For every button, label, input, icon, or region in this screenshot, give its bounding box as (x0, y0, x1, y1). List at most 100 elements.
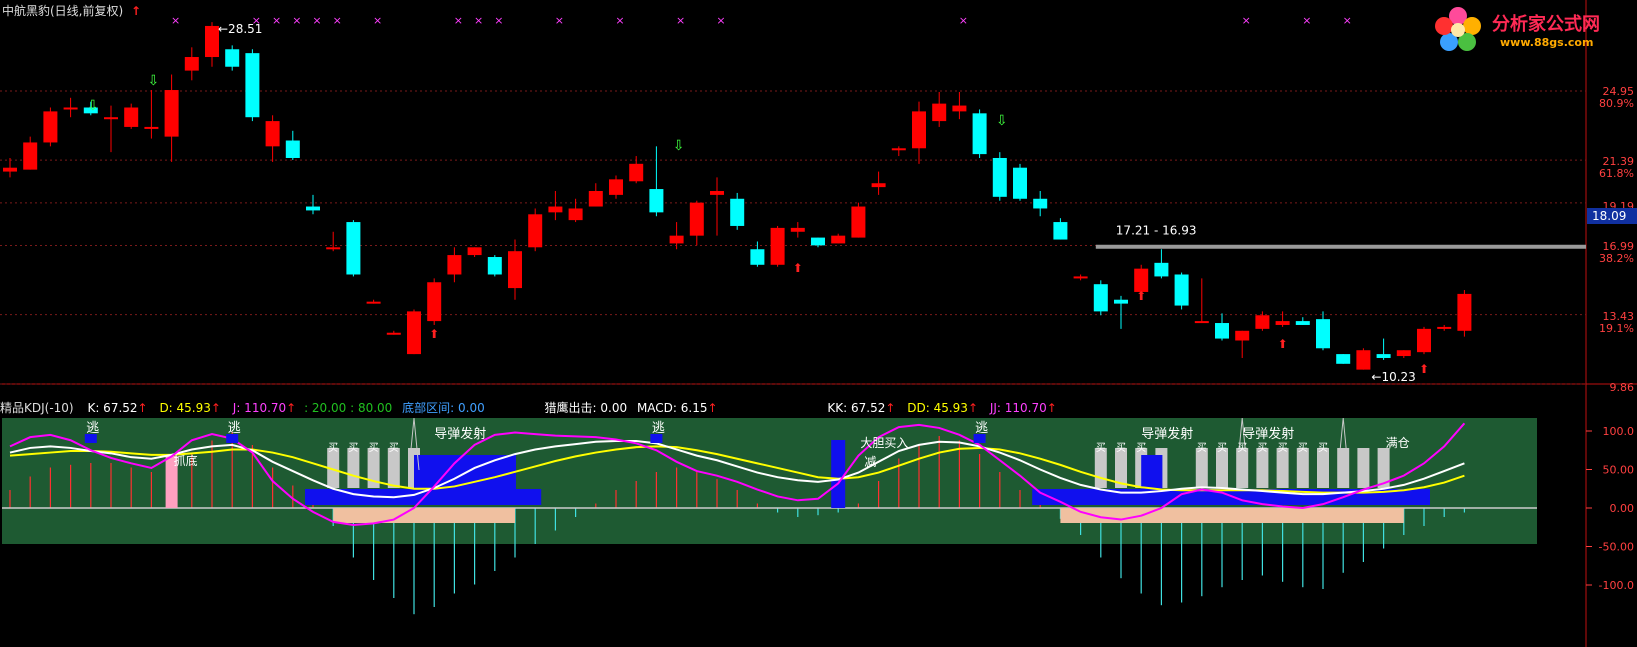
candle-up (548, 206, 563, 213)
candle-up (1073, 276, 1088, 279)
buy-marker: 买 (1318, 442, 1328, 454)
candle-up (23, 142, 38, 170)
kk-arrow: ↑ (885, 401, 896, 415)
blue-signal-bar (831, 440, 846, 508)
candle-up (3, 167, 17, 172)
buy-marker: 买 (1298, 442, 1308, 454)
candle-up (1457, 293, 1472, 331)
grid-layer (0, 90, 1586, 385)
grey-signal-bar (1337, 448, 1350, 488)
d-value: D: 45.93 (159, 401, 211, 415)
eagle-value: 猎鹰出击: 0.00 (544, 401, 628, 415)
indicator-axis-label: -100.0 (1599, 579, 1634, 592)
signal-x-marker: × (676, 14, 685, 27)
dd-arrow: ↑ (967, 401, 978, 415)
site-logo[interactable]: 分析家公式网 www.88gs.com (1432, 4, 1632, 54)
price-axis-label: 80.9% (1599, 97, 1634, 110)
candle-down (1114, 299, 1128, 304)
candle-up (124, 107, 139, 127)
candle-up (184, 57, 199, 71)
grey-signal-bar (1256, 448, 1269, 488)
candle-down (1215, 323, 1229, 339)
indicator-axis-label: 50.00 (1603, 464, 1635, 477)
grey-signal-bar (1094, 448, 1107, 488)
signal-x-marker: × (312, 14, 321, 27)
buy-marker: 买 (328, 442, 338, 454)
grey-signal-bar (1276, 448, 1289, 488)
candle-down (730, 198, 745, 226)
blue-missile-block (1141, 455, 1163, 491)
candle-down (1174, 274, 1189, 306)
candle-up (1194, 321, 1209, 324)
grey-signal-bar (1357, 448, 1370, 488)
candle-down (306, 206, 320, 211)
signal-x-marker: × (615, 14, 624, 27)
candle-down (972, 113, 987, 155)
d-arrow: ↑ (210, 401, 221, 415)
k-arrow: ↑ (137, 401, 148, 415)
candle-up (669, 235, 684, 244)
signal-x-marker: × (959, 14, 968, 27)
chart-title: 中航黑豹(日线,前复权) ↑ (2, 2, 141, 19)
candle-down (225, 49, 240, 67)
candle-up (1255, 315, 1270, 329)
macd-value: MACD: 6.15 (636, 401, 708, 415)
up-arrow-icon: ⬆ (1278, 337, 1288, 351)
grey-signal-bar (1236, 448, 1249, 488)
grey-signal-bar (1195, 448, 1208, 488)
candle-up (588, 190, 603, 207)
candle-up (851, 206, 866, 238)
candle-up (164, 90, 179, 137)
price-axis-label: 19.1% (1599, 322, 1634, 335)
indicator-axis-label: -50.00 (1599, 541, 1634, 554)
flower-icon (1435, 7, 1481, 51)
down-arrow-icon: ⇩ (87, 98, 99, 114)
buy-marker: 买 (369, 442, 379, 454)
candle-down (1376, 354, 1391, 358)
candle-down (649, 189, 664, 213)
candle-down (1093, 284, 1108, 312)
down-arrow-icon: ⇩ (673, 138, 685, 154)
candle-down (245, 53, 260, 118)
missile-label: 导弹发射 (434, 426, 486, 442)
candle-up (407, 311, 421, 355)
full-label: 满仓 (1386, 436, 1410, 450)
macd-arrow: ↑ (707, 401, 718, 415)
level-values: : 20.00 : 80.00 (304, 401, 393, 415)
candle-up (104, 117, 118, 120)
candle-up (366, 301, 381, 304)
buy-marker: 买 (1116, 442, 1126, 454)
candle-up (1396, 350, 1411, 357)
candle-up (689, 202, 704, 236)
signal-x-marker: × (494, 14, 503, 27)
candle-up (912, 111, 926, 149)
indicator-axis-label: 0.00 (1610, 502, 1635, 515)
candle-up (932, 103, 947, 122)
candle-up (1356, 350, 1371, 370)
candle-down (1013, 167, 1027, 199)
logo-url[interactable]: www.88gs.com (1500, 36, 1593, 49)
candle-up (427, 282, 442, 322)
price-axis-layer: 24.9580.9%21.3961.8%19.1916.9938.2%13.43… (1586, 85, 1637, 592)
candle-up (265, 121, 280, 147)
escape-label: 逃 (228, 421, 241, 436)
candle-up (871, 183, 886, 188)
buy-marker: 买 (1237, 442, 1247, 454)
high-label: ←28.51 (218, 22, 262, 36)
missile-label: 导弹发射 (1141, 426, 1193, 442)
signal-x-marker: × (474, 14, 483, 27)
catch-bottom-label: 抓底 (174, 453, 198, 468)
buy-marker: 买 (1217, 442, 1227, 454)
grey-signal-bar (1317, 448, 1329, 488)
indicator-name: 精品KDJ(-10) (0, 401, 74, 415)
candle-up (790, 227, 805, 232)
stock-chart[interactable]: × × × × × × × × × × × × × × × × × ×17.21 - 16.93←28.51←10… (0, 0, 1637, 647)
candle-layer[interactable] (3, 22, 1472, 370)
tan-zone-block (1060, 508, 1404, 523)
candle-up (63, 107, 78, 110)
candle-up (447, 255, 462, 275)
candle-down (1295, 321, 1310, 325)
title-up-arrow: ↑ (131, 4, 142, 18)
up-arrow-icon: ⬆ (1136, 289, 1146, 303)
grey-signal-bar (1216, 448, 1228, 488)
